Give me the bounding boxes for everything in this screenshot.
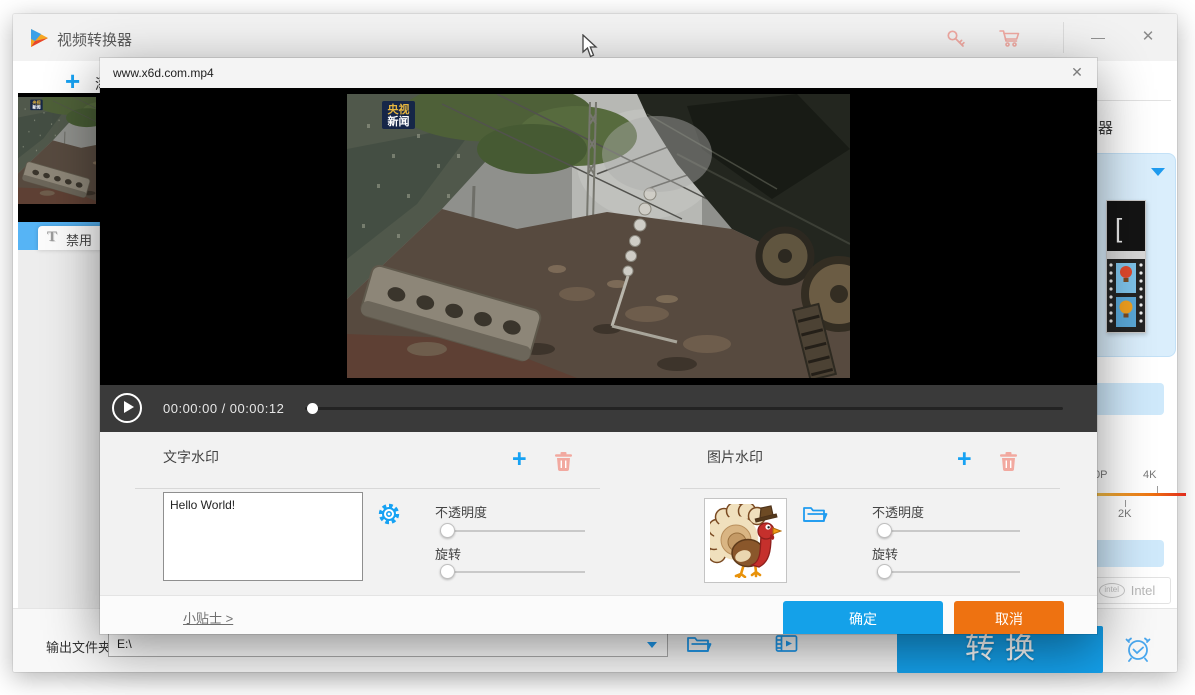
titlebar-separator [1063, 22, 1064, 53]
cancel-button[interactable]: 取消 [954, 601, 1064, 634]
text-opacity-slider[interactable] [440, 523, 585, 539]
image-rotate-slider[interactable] [877, 564, 1020, 580]
time-separator: / [222, 401, 226, 416]
cctv-news-badge: 央视 新闻 [382, 101, 415, 129]
text-rotate-label: 旋转 [435, 544, 461, 563]
seek-slider[interactable] [305, 403, 1063, 413]
format-dropdown-caret-icon[interactable] [1151, 168, 1165, 176]
slider-track[interactable] [440, 530, 585, 532]
svg-text:央视: 央视 [388, 102, 410, 116]
format-preview-image: [ [1107, 201, 1145, 332]
player-bar: 00:00:00 / 00:00:12 [100, 385, 1097, 432]
dialog-footer: 小贴士 > 确定 取消 [100, 595, 1097, 634]
watermark-image-preview[interactable] [704, 498, 787, 583]
close-window-button[interactable]: ✕ [1131, 25, 1165, 49]
svg-text:[: [ [1115, 213, 1123, 243]
video-thumbnail[interactable] [18, 93, 113, 222]
svg-text:新闻: 新闻 [388, 114, 410, 128]
play-button[interactable] [112, 393, 142, 423]
dialog-close-icon[interactable]: ✕ [1067, 64, 1087, 81]
app-logo-icon [28, 27, 50, 49]
alarm-clock-icon[interactable] [1123, 634, 1153, 664]
text-opacity-label: 不透明度 [435, 502, 487, 521]
add-image-watermark-button[interactable]: + [957, 445, 972, 474]
resolution-slider[interactable] [1085, 493, 1186, 496]
add-text-watermark-button[interactable]: + [512, 445, 527, 474]
mouse-cursor [581, 34, 598, 58]
image-watermark-divider [680, 488, 1060, 489]
slider-track[interactable] [440, 571, 585, 573]
resolution-bottom-label: 2K [1118, 508, 1131, 520]
slider-thumb[interactable] [877, 564, 892, 579]
slider-thumb[interactable] [440, 564, 455, 579]
right-panel-divider [1097, 100, 1171, 101]
text-watermark-header: 文字水印 [163, 447, 219, 467]
minimize-button[interactable]: — [1081, 25, 1115, 49]
window-title: 视频转换器 [57, 29, 132, 50]
text-settings-gear-icon[interactable] [377, 502, 401, 526]
format-preview-box: [ [1106, 200, 1146, 333]
output-folder-label: 输出文件夹: [46, 637, 115, 656]
delete-image-watermark-icon[interactable] [1000, 452, 1017, 471]
text-watermark-divider [135, 488, 600, 489]
watermark-tab-strip: T 禁用 [18, 222, 113, 250]
purchase-cart-icon[interactable] [998, 27, 1022, 51]
image-opacity-label: 不透明度 [872, 502, 924, 521]
slider-track[interactable] [877, 530, 1020, 532]
video-thumbnail-image [18, 97, 96, 204]
disable-tab-label: 禁用 [66, 230, 92, 249]
intel-label: Intel [1131, 583, 1156, 598]
right-panel-header-fragment: 器 [1098, 117, 1113, 138]
seek-thumb[interactable] [307, 403, 318, 414]
dialog-titlebar: www.x6d.com.mp4 ✕ [100, 58, 1097, 88]
output-folder-select[interactable]: E:\ [108, 631, 668, 657]
resolution-right-label: 4K [1143, 469, 1156, 481]
video-preview-stage: 央视 新闻 [100, 88, 1097, 385]
tips-link[interactable]: 小贴士 > [183, 608, 233, 627]
text-rotate-slider[interactable] [440, 564, 585, 580]
image-rotate-label: 旋转 [872, 544, 898, 563]
browse-image-folder-icon[interactable] [802, 502, 828, 526]
clapperboard-icon[interactable] [775, 633, 799, 655]
right-panel-button-upper[interactable] [1094, 383, 1164, 415]
image-opacity-slider[interactable] [877, 523, 1020, 539]
slider-thumb[interactable] [877, 523, 892, 538]
resolution-tick-2k [1125, 500, 1126, 507]
seek-track[interactable] [305, 407, 1063, 410]
text-tool-icon: T [47, 229, 57, 246]
time-total: 00:00:12 [230, 401, 285, 416]
dialog-title: www.x6d.com.mp4 [113, 66, 214, 80]
time-display: 00:00:00 / 00:00:12 [163, 401, 288, 416]
delete-text-watermark-icon[interactable] [555, 452, 572, 471]
video-preview-frame: 央视 新闻 [347, 94, 850, 378]
time-current: 00:00:00 [163, 401, 218, 416]
output-folder-value: E:\ [117, 637, 132, 651]
screen: 视频转换器 — ✕ + [0, 0, 1195, 695]
watermark-text-input[interactable]: Hello World! [163, 492, 363, 581]
watermark-settings-panel: 文字水印 + Hello World! 不透明度 旋转 [100, 432, 1097, 595]
watermark-dialog: www.x6d.com.mp4 ✕ [100, 58, 1097, 634]
ok-button[interactable]: 确定 [783, 601, 943, 634]
turkey-image [710, 504, 782, 578]
intel-logo-icon: intel [1099, 583, 1125, 598]
register-key-icon[interactable] [945, 28, 967, 50]
dropdown-caret-icon[interactable] [647, 642, 657, 648]
right-panel-button-lower[interactable] [1094, 540, 1164, 567]
browse-folder-icon[interactable] [686, 632, 712, 656]
resolution-tick-4k [1157, 486, 1158, 493]
play-icon [124, 401, 134, 413]
slider-thumb[interactable] [440, 523, 455, 538]
image-watermark-header: 图片水印 [707, 447, 763, 467]
slider-track[interactable] [877, 571, 1020, 573]
